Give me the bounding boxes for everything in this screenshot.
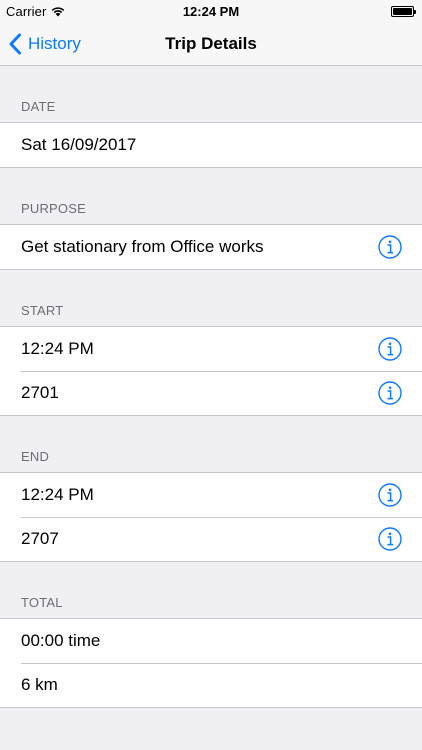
section-total: 00:00 time 6 km bbox=[0, 618, 422, 708]
section-header-end: END bbox=[21, 449, 50, 464]
end-time-value: 12:24 PM bbox=[21, 485, 94, 504]
purpose-value: Get stationary from Office works bbox=[21, 237, 264, 256]
info-icon[interactable] bbox=[378, 483, 402, 507]
section-start: 12:24 PM 2701 bbox=[0, 326, 422, 416]
start-odometer-value: 2701 bbox=[21, 383, 59, 402]
info-icon[interactable] bbox=[378, 337, 402, 361]
total-distance-row: 6 km bbox=[0, 663, 422, 707]
info-icon[interactable] bbox=[378, 381, 402, 405]
info-icon[interactable] bbox=[378, 235, 402, 259]
section-header-date: DATE bbox=[21, 99, 56, 114]
navigation-bar: History Trip Details bbox=[0, 22, 422, 66]
section-end: 12:24 PM 2707 bbox=[0, 472, 422, 562]
info-icon[interactable] bbox=[378, 527, 402, 551]
purpose-row[interactable]: Get stationary from Office works bbox=[0, 225, 422, 269]
section-header-purpose: PURPOSE bbox=[21, 201, 86, 216]
start-time-row[interactable]: 12:24 PM bbox=[0, 327, 422, 371]
end-time-row[interactable]: 12:24 PM bbox=[0, 473, 422, 517]
start-odometer-row[interactable]: 2701 bbox=[0, 371, 422, 415]
status-time: 12:24 PM bbox=[182, 4, 240, 19]
date-value: Sat 16/09/2017 bbox=[21, 135, 137, 154]
page-title: Trip Details bbox=[165, 34, 257, 53]
trip-details-table: DATE Sat 16/09/2017 PURPOSE Get stationa… bbox=[0, 66, 422, 708]
end-odometer-value: 2707 bbox=[21, 529, 59, 548]
total-distance-value: 6 km bbox=[21, 675, 58, 694]
status-bar: Carrier 12:24 PM bbox=[0, 0, 422, 22]
end-odometer-row[interactable]: 2707 bbox=[0, 517, 422, 561]
section-date: Sat 16/09/2017 bbox=[0, 122, 422, 168]
battery-icon bbox=[391, 6, 416, 17]
start-time-value: 12:24 PM bbox=[21, 339, 94, 358]
date-row[interactable]: Sat 16/09/2017 bbox=[0, 123, 422, 167]
section-purpose: Get stationary from Office works bbox=[0, 224, 422, 270]
total-time-row: 00:00 time bbox=[0, 619, 422, 663]
total-time-value: 00:00 time bbox=[21, 631, 101, 650]
section-header-total: TOTAL bbox=[21, 595, 63, 610]
section-header-start: START bbox=[21, 303, 64, 318]
